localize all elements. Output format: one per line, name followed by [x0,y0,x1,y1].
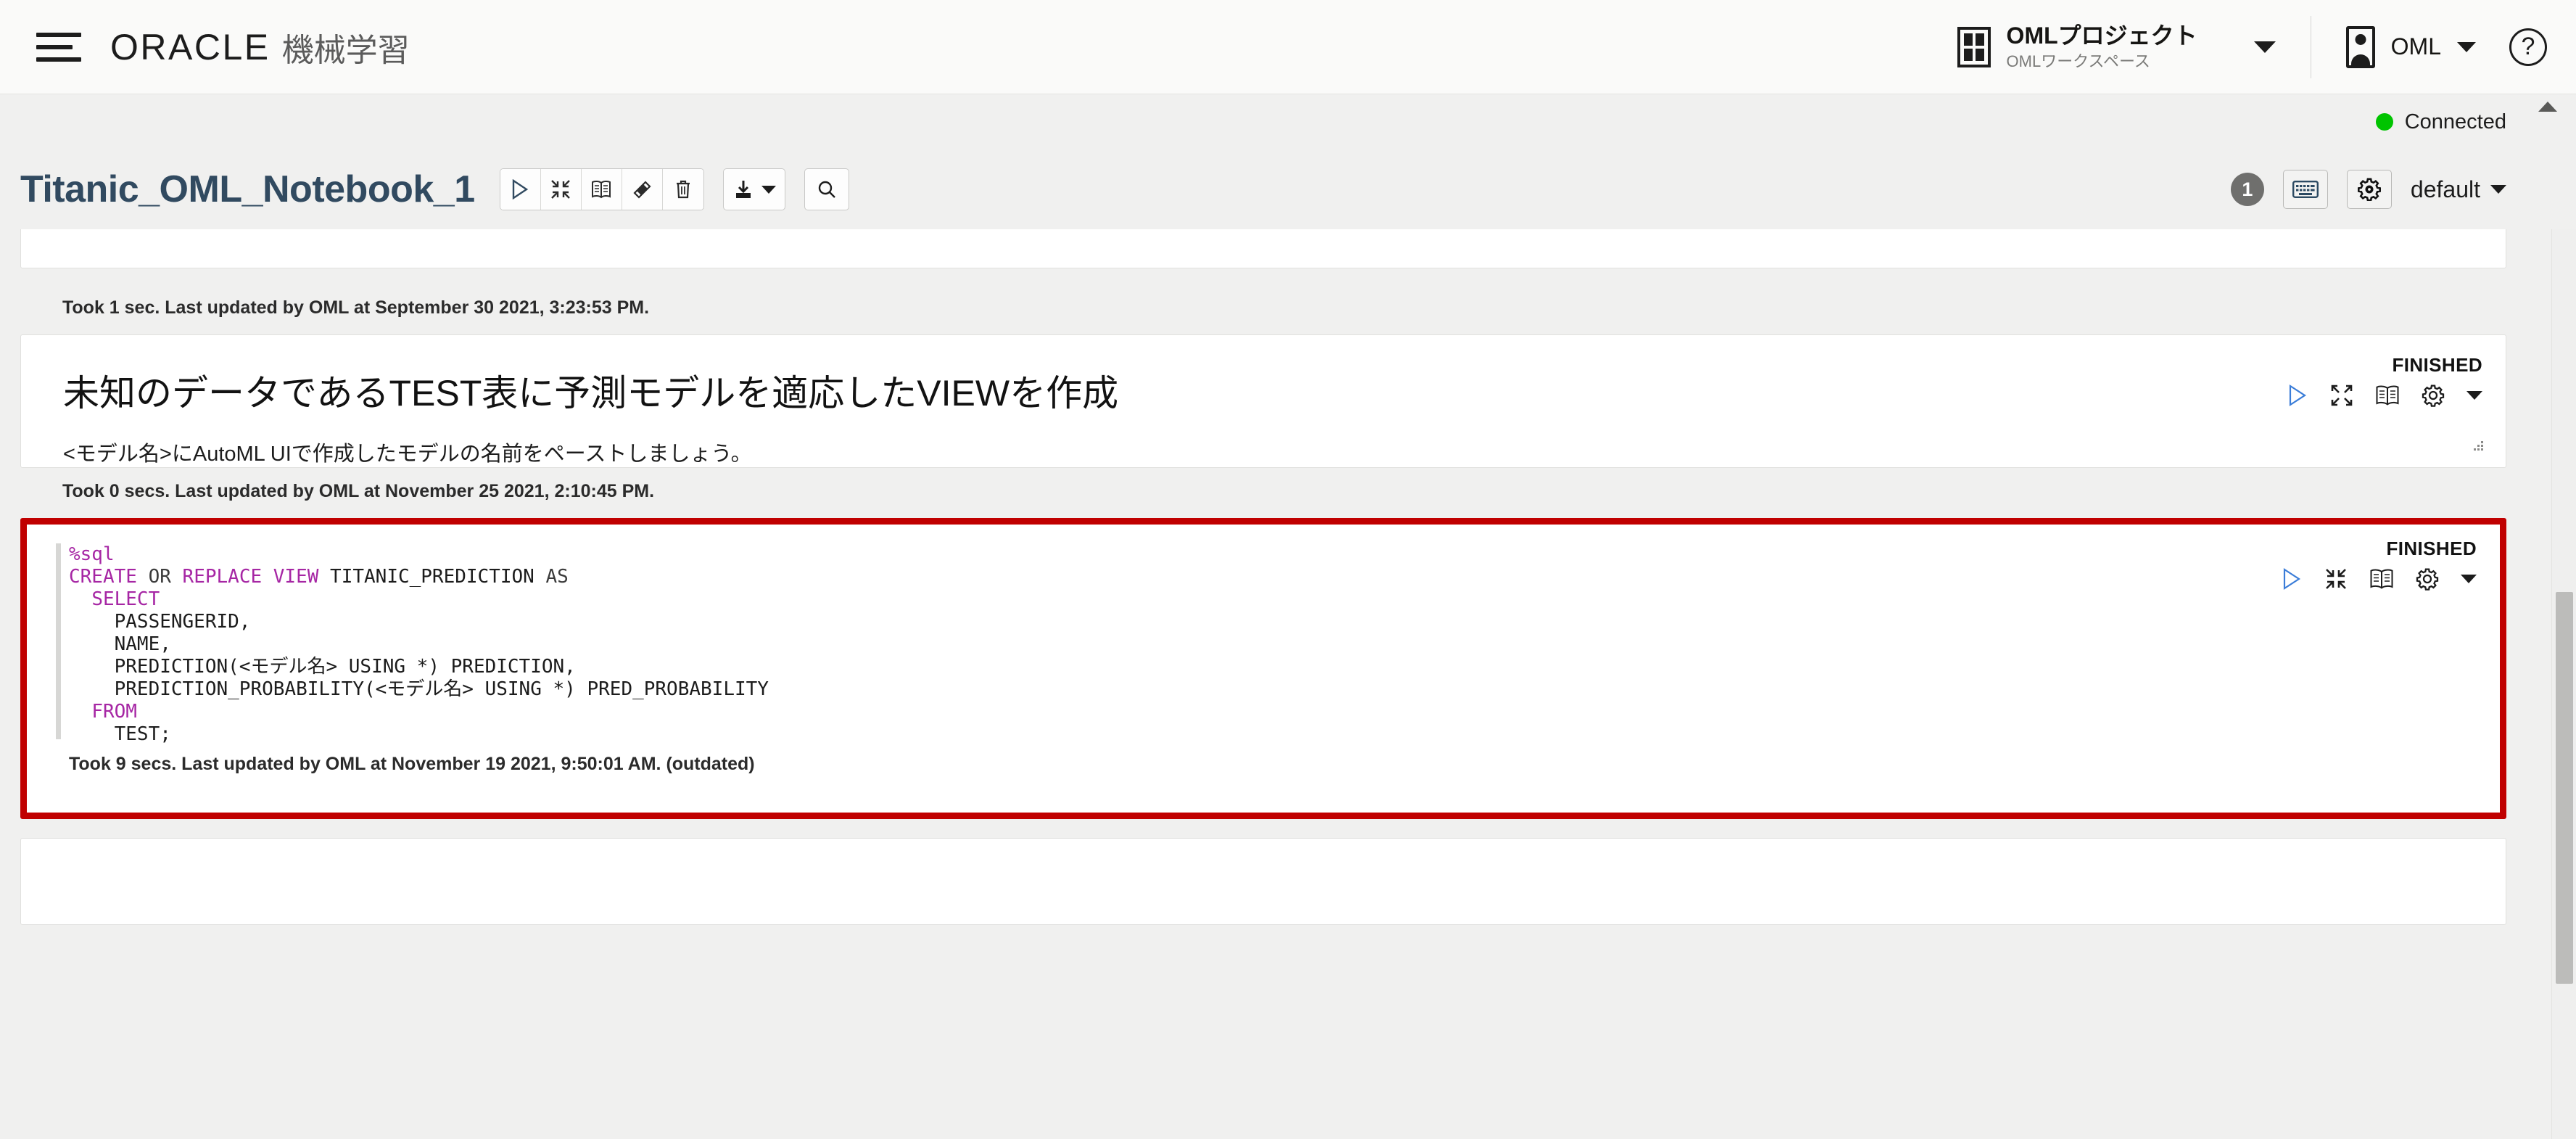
sql-paragraph-gear-icon[interactable] [2416,567,2439,591]
hamburger-icon[interactable] [36,30,81,65]
collapse-arrows-icon [550,179,571,200]
run-sql-play-icon[interactable] [2281,567,2303,591]
notebook-toolbar: Titanic_OML_Notebook_1 [0,149,2576,229]
user-name-label: OML [2391,33,2441,60]
paragraph-menu-chevron-down-icon[interactable] [2466,391,2482,400]
search-button[interactable] [804,168,849,210]
notebook-body: Took 1 sec. Last updated by OML at Septe… [0,229,2576,1139]
notebook-action-group [500,168,704,210]
status-badge: Connected [2376,110,2506,134]
resize-grip-icon[interactable] [2468,438,2487,457]
sql-paragraph-book-icon[interactable] [2369,568,2394,590]
status-badge-count: 1 [2231,173,2264,206]
oracle-logo-text: ORACLE [110,26,271,68]
interpreter-selector[interactable]: default [2411,176,2506,203]
page-title[interactable]: Titanic_OML_Notebook_1 [20,168,475,211]
code-gutter [56,543,61,739]
project-subtitle: OMLワークスペース [2007,52,2197,70]
vertical-scroll-thumb[interactable] [2556,592,2573,984]
markdown-heading: 未知のデータであるTEST表に予測モデルを適応したVIEWを作成 [63,371,2201,415]
delete-notebook-button[interactable] [663,169,703,210]
book-icon [591,180,611,199]
question-circle-icon[interactable]: ? [2509,28,2547,66]
collapse-arrows-icon[interactable] [2324,567,2348,591]
notebook-toolbar-right: 1 default [2231,170,2506,209]
run-paragraph-play-icon[interactable] [2287,384,2308,407]
connection-status-dot [2376,113,2393,131]
show-code-button[interactable] [582,169,622,210]
markdown-status-text: Took 0 secs. Last updated by OML at Nove… [20,468,2506,518]
brand: ORACLE 機械学習 [110,24,410,70]
expand-arrows-icon[interactable] [2330,384,2353,407]
paragraph-markdown[interactable]: 未知のデータであるTEST表に予測モデルを適応したVIEWを作成 <モデル名>に… [20,334,2506,468]
paragraph-sql-highlight[interactable]: %sql CREATE OR REPLACE VIEW TITANIC_PRED… [20,518,2506,819]
paragraph-status-text: Took 1 sec. Last updated by OML at Septe… [20,284,2506,334]
user-chevron-down-icon[interactable] [2457,42,2476,52]
sql-paragraph-menu-chevron-down-icon[interactable] [2461,575,2477,583]
scroll-up-triangle-icon[interactable] [2538,102,2557,112]
collapse-all-button[interactable] [541,169,582,210]
export-button[interactable] [723,168,785,210]
clear-output-button[interactable] [622,169,663,210]
interpreter-chevron-down-icon[interactable] [2490,185,2506,194]
project-title: OMLプロジェクト [2007,22,2197,49]
sql-status-text: Took 9 secs. Last updated by OML at Nove… [27,751,2500,813]
notebook-settings-button[interactable] [2347,170,2392,209]
paragraph-book-icon[interactable] [2375,385,2400,406]
markdown-subtext: <モデル名>にAutoML UIで作成したモデルの名前をペーストしましょう。 [63,437,2201,467]
vertical-scrollbar[interactable] [2551,229,2576,1139]
paragraph-partial-top[interactable] [20,229,2506,268]
sql-paragraph-state-label: FINISHED [2195,538,2477,560]
header-right-group: OMLプロジェクト OMLワークスペース OML ? [1957,0,2547,94]
user-menu[interactable]: OML [2346,26,2476,68]
trash-icon [674,179,692,200]
paragraph-gear-icon[interactable] [2422,384,2445,407]
keyboard-icon [2292,181,2319,198]
paragraph-state-label: FINISHED [2201,354,2482,377]
keyboard-shortcuts-button[interactable] [2283,170,2328,209]
connection-strip: Connected [0,94,2576,149]
app-header: ORACLE 機械学習 OMLプロジェクト OMLワークスペース OML ? [0,0,2576,94]
run-all-button[interactable] [500,169,541,210]
gear-icon [2358,178,2381,201]
brand-suffix-label: 機械学習 [282,24,410,70]
sql-code-editor[interactable]: %sql CREATE OR REPLACE VIEW TITANIC_PRED… [27,525,2195,751]
interpreter-label: default [2411,176,2480,203]
project-chevron-down-icon[interactable] [2254,41,2276,53]
sql-code-text[interactable]: %sql CREATE OR REPLACE VIEW TITANIC_PRED… [69,543,2195,745]
download-icon [732,178,754,200]
paragraph-next-partial[interactable] [20,838,2506,925]
export-chevron-down-icon[interactable] [761,186,776,194]
play-icon [511,179,529,200]
grid-icon [1957,27,1991,67]
user-badge-icon [2346,26,2375,68]
eraser-icon [632,179,652,200]
project-selector[interactable]: OMLプロジェクト OMLワークスペース [1957,22,2197,70]
connection-status-label: Connected [2405,110,2506,134]
search-icon [817,179,837,200]
